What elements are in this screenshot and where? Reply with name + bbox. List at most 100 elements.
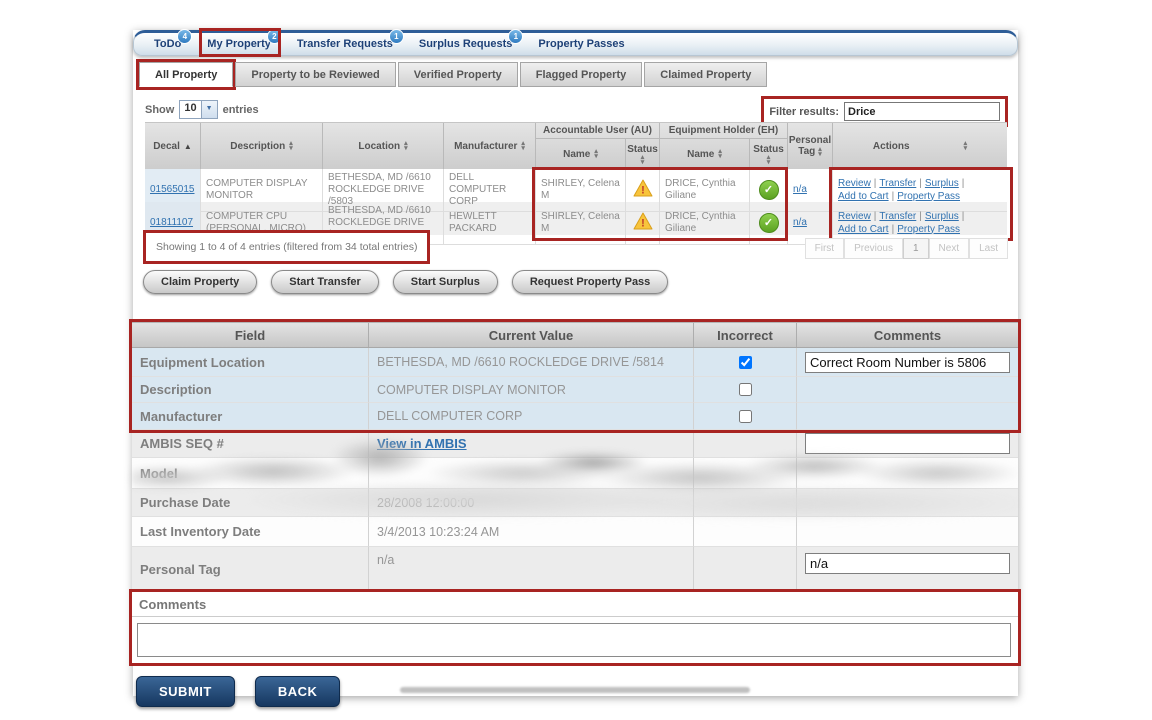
sort-icon <box>964 141 968 151</box>
decal-link[interactable]: 01811107 <box>150 217 193 229</box>
sort-icon <box>594 149 598 159</box>
comment-input[interactable] <box>805 433 1010 454</box>
property-subtabs: All Property Property to be Reviewed Ver… <box>139 62 769 87</box>
surplus-link[interactable]: Surplus <box>925 211 959 223</box>
decal-link[interactable]: 01565015 <box>150 184 195 196</box>
transfer-requests-count-badge: 1 <box>389 29 404 44</box>
transfer-link[interactable]: Transfer <box>879 178 916 190</box>
incorrect-checkbox[interactable] <box>739 356 752 369</box>
subtab-verified-property[interactable]: Verified Property <box>398 62 518 87</box>
tab-transfer-requests-label: Transfer Requests <box>297 38 393 50</box>
sort-icon <box>718 149 722 159</box>
horizontal-scrollbar[interactable] <box>400 687 750 693</box>
subtab-flagged-property[interactable]: Flagged Property <box>520 62 642 87</box>
sort-icon <box>404 141 408 151</box>
surplus-link[interactable]: Surplus <box>925 178 959 190</box>
form-row-equipment-location: Equipment Location BETHESDA, MD /6610 RO… <box>132 348 1018 377</box>
entries-summary: Showing 1 to 4 of 4 entries (filtered fr… <box>143 230 430 264</box>
pagination-previous-button[interactable]: Previous <box>844 238 903 259</box>
column-header-au-status[interactable]: Status <box>625 139 659 169</box>
tab-transfer-requests[interactable]: Transfer Requests 1 <box>297 38 393 50</box>
comments-textarea[interactable] <box>137 623 1011 657</box>
form-header-comments: Comments <box>797 323 1018 347</box>
submit-button[interactable]: SUBMIT <box>136 676 235 707</box>
comment-input[interactable] <box>805 553 1010 574</box>
tab-property-passes[interactable]: Property Passes <box>538 38 624 50</box>
page-size-control: Show 10 ▼ entries <box>145 96 259 119</box>
group-header-equipment-holder: Equipment Holder (EH) <box>659 123 787 139</box>
main-nav-bar: ToDo 4 My Property 2 Transfer Requests 1… <box>133 30 1018 56</box>
comment-input[interactable] <box>805 352 1010 373</box>
page-size-value: 10 <box>180 101 200 118</box>
ok-icon: ✓ <box>759 180 779 200</box>
request-property-pass-button[interactable]: Request Property Pass <box>512 270 668 294</box>
incorrect-checkbox[interactable] <box>739 383 752 396</box>
pagination-first-button[interactable]: First <box>805 238 844 259</box>
subtab-claimed-property[interactable]: Claimed Property <box>644 62 767 87</box>
svg-text:!: ! <box>641 218 645 230</box>
transfer-link[interactable]: Transfer <box>879 211 916 223</box>
sort-icon <box>289 141 293 151</box>
column-header-actions[interactable]: Actions <box>832 123 1007 169</box>
filter-input[interactable] <box>844 102 1000 121</box>
tab-todo[interactable]: ToDo 4 <box>154 38 181 50</box>
view-in-ambis-link[interactable]: View in AMBIS <box>377 436 467 451</box>
tab-my-property-label: My Property <box>207 38 271 50</box>
tab-surplus-requests[interactable]: Surplus Requests 1 <box>419 38 513 50</box>
form-header-row: Field Current Value Incorrect Comments <box>132 322 1018 348</box>
annotation-box-form-top: Field Current Value Incorrect Comments E… <box>132 322 1018 430</box>
my-property-count-badge: 2 <box>267 29 282 44</box>
sort-icon <box>767 155 771 165</box>
column-header-manufacturer[interactable]: Manufacturer <box>443 123 535 169</box>
start-surplus-button[interactable]: Start Surplus <box>393 270 498 294</box>
warning-icon: ! <box>633 179 653 201</box>
add-to-cart-link[interactable]: Add to Cart <box>838 191 889 203</box>
column-header-au-name[interactable]: Name <box>535 139 625 169</box>
form-header-incorrect: Incorrect <box>694 323 797 347</box>
form-row-personal-tag: Personal Tag n/a <box>132 547 1018 592</box>
filter-label: Filter results: <box>769 106 839 118</box>
show-label: Show <box>145 104 174 116</box>
sort-icon <box>521 141 525 151</box>
form-header-current-value: Current Value <box>369 323 694 347</box>
claim-property-button[interactable]: Claim Property <box>143 270 257 294</box>
property-app-page: ToDo 4 My Property 2 Transfer Requests 1… <box>133 30 1018 696</box>
svg-text:!: ! <box>641 185 645 197</box>
review-link[interactable]: Review <box>838 178 871 190</box>
pagination-next-button[interactable]: Next <box>929 238 970 259</box>
column-header-description[interactable]: Description <box>200 123 322 169</box>
form-row-ambis-seq: AMBIS SEQ # View in AMBIS <box>132 430 1018 458</box>
subtab-all-property[interactable]: All Property <box>139 62 233 87</box>
sort-icon <box>641 155 645 165</box>
comments-section: Comments <box>132 592 1018 663</box>
column-header-location[interactable]: Location <box>322 123 443 169</box>
tab-surplus-requests-label: Surplus Requests <box>419 38 513 50</box>
column-header-eh-status[interactable]: Status <box>749 139 787 169</box>
tab-my-property[interactable]: My Property 2 <box>207 38 271 50</box>
review-link[interactable]: Review <box>838 211 871 223</box>
incorrect-checkbox[interactable] <box>739 410 752 423</box>
back-button[interactable]: BACK <box>255 676 341 707</box>
property-review-form: Field Current Value Incorrect Comments E… <box>132 322 1018 707</box>
form-row-purchase-date: Purchase Date 28/2008 12:00:00 <box>132 489 1018 517</box>
pagination-last-button[interactable]: Last <box>969 238 1008 259</box>
property-pass-link[interactable]: Property Pass <box>897 191 960 203</box>
column-header-personal-tag[interactable]: Personal Tag <box>787 123 832 169</box>
personal-tag-link[interactable]: n/a <box>793 217 807 229</box>
column-header-eh-name[interactable]: Name <box>659 139 749 169</box>
sort-asc-icon <box>184 142 192 151</box>
table-footer: Showing 1 to 4 of 4 entries (filtered fr… <box>143 230 1008 264</box>
form-row-last-inventory-date: Last Inventory Date 3/4/2013 10:23:24 AM <box>132 517 1018 547</box>
group-header-accountable-user: Accountable User (AU) <box>535 123 659 139</box>
sort-icon <box>818 147 822 157</box>
pagination-page-1-button[interactable]: 1 <box>903 238 929 259</box>
surplus-requests-count-badge: 1 <box>508 29 523 44</box>
todo-count-badge: 4 <box>177 29 192 44</box>
start-transfer-button[interactable]: Start Transfer <box>271 270 379 294</box>
dropdown-arrow-icon: ▼ <box>201 101 217 118</box>
entries-label: entries <box>223 104 259 116</box>
personal-tag-link[interactable]: n/a <box>793 184 807 196</box>
subtab-property-to-be-reviewed[interactable]: Property to be Reviewed <box>235 62 395 87</box>
column-header-decal[interactable]: Decal <box>145 123 200 169</box>
page-size-select[interactable]: 10 ▼ <box>179 100 217 119</box>
